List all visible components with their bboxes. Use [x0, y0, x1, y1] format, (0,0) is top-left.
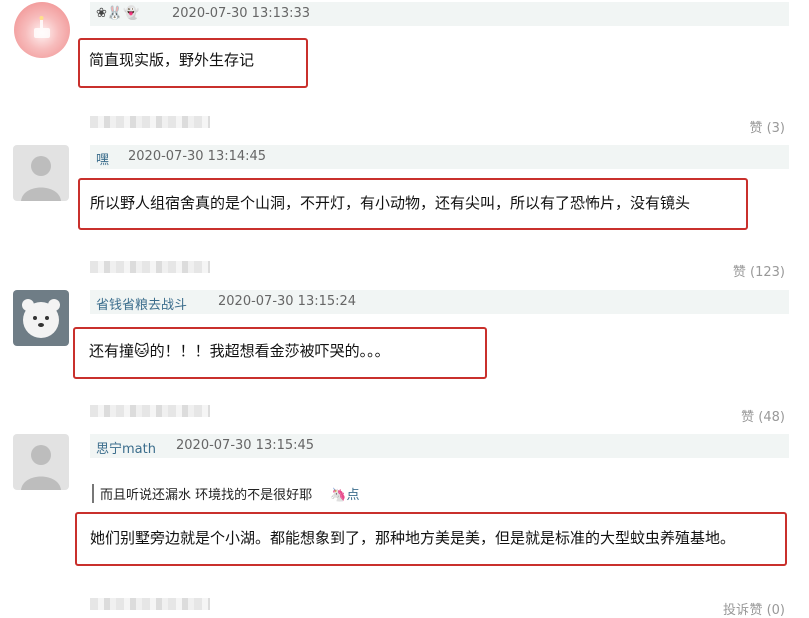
username[interactable]: 省钱省粮去战斗 — [96, 294, 187, 313]
comment-text: 所以野人组宿舍真的是个山洞，不开灯，有小动物，还有尖叫，所以有了恐怖片，没有镜头 — [90, 194, 691, 212]
comment-text: 她们别墅旁边就是个小湖。都能想象到了，那种地方美是美，但是就是标准的大型蚊虫养殖… — [90, 529, 736, 547]
username[interactable]: 思宁math — [96, 438, 156, 457]
comment-footer-blurred — [90, 261, 210, 273]
username[interactable]: ❀🐰👻 — [96, 6, 139, 21]
like-button[interactable]: 赞 (123) — [733, 261, 785, 280]
comment-footer-blurred — [90, 116, 210, 128]
default-user-icon — [21, 156, 61, 201]
comment-footer-blurred — [90, 405, 210, 417]
comment-footer-blurred — [90, 598, 210, 610]
timestamp: 2020-07-30 13:15:45 — [176, 438, 315, 453]
quote-text: 而且听说还漏水 环境找的不是很好耶 — [100, 488, 313, 503]
avatar[interactable] — [14, 2, 70, 58]
timestamp: 2020-07-30 13:14:45 — [128, 149, 267, 164]
comment-header — [90, 290, 789, 314]
timestamp: 2020-07-30 13:13:33 — [172, 6, 311, 21]
cake-icon — [34, 16, 50, 38]
like-button[interactable]: 赞 (3) — [749, 117, 785, 136]
timestamp: 2020-07-30 13:15:24 — [218, 294, 357, 309]
bear-icon — [22, 299, 60, 338]
comment-text: 还有撞🐱的！！！我超想看金莎被吓哭的。。。 — [89, 342, 390, 360]
username[interactable]: 嘿 — [96, 149, 109, 168]
avatar[interactable] — [13, 290, 69, 346]
like-button[interactable]: 赞 (48) — [741, 406, 785, 425]
like-button[interactable]: 赞 (0) — [749, 599, 785, 618]
report-link[interactable]: 投诉 — [723, 599, 749, 618]
avatar[interactable] — [13, 434, 69, 490]
default-user-icon — [21, 445, 61, 490]
comment-text: 简直现实版，野外生存记 — [89, 51, 255, 69]
quoted-reply: 而且听说还漏水 环境找的不是很好耶 🦄点 — [92, 484, 359, 503]
quote-point-link[interactable]: 🦄点 — [330, 488, 359, 503]
avatar[interactable] — [13, 145, 69, 201]
